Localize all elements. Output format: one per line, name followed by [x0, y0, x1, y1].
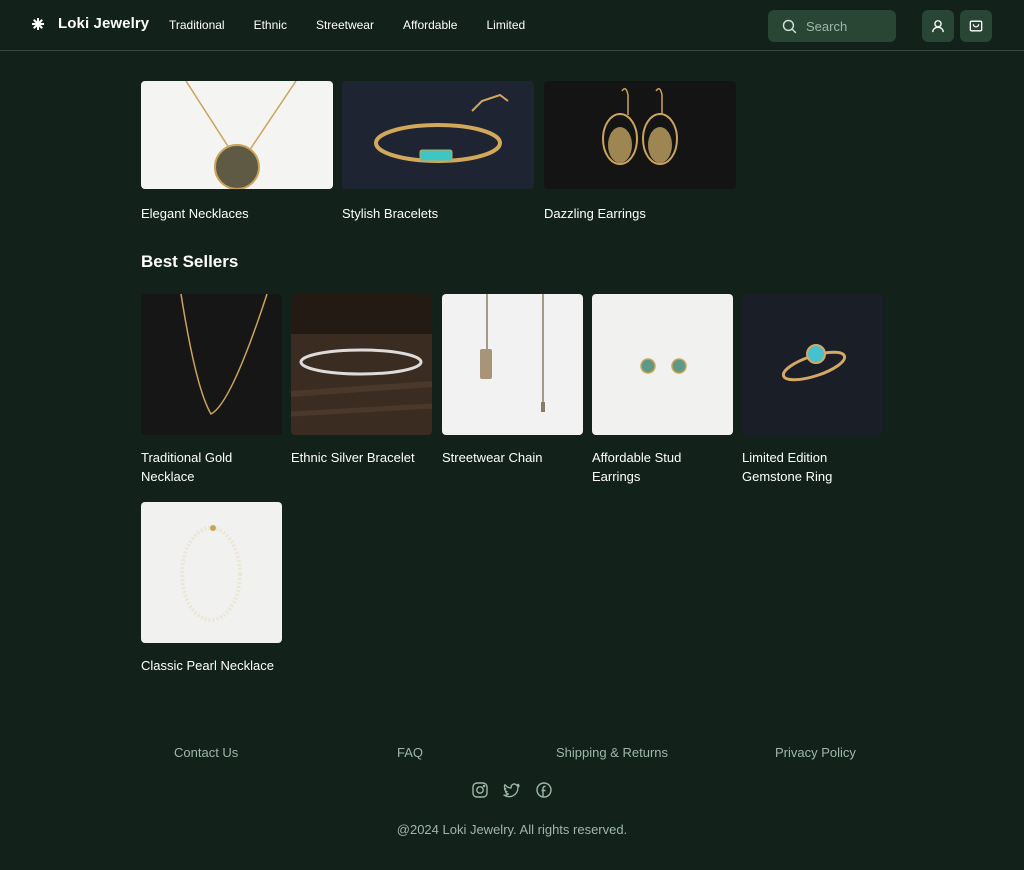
product-image[interactable]: [442, 294, 583, 435]
footer-link-privacy[interactable]: Privacy Policy: [775, 745, 856, 760]
product-label: Limited Edition Gemstone Ring: [742, 450, 833, 484]
top-header: Loki Jewelry Traditional Ethnic Streetwe…: [0, 0, 1024, 51]
product-label: Affordable Stud Earrings: [592, 450, 682, 484]
product-card[interactable]: Ethnic Silver Bracelet: [291, 294, 432, 467]
nav-affordable[interactable]: Affordable: [403, 18, 458, 32]
footer-link-contact[interactable]: Contact Us: [174, 745, 238, 760]
product-image[interactable]: [291, 294, 432, 435]
section-title: Best Sellers: [141, 252, 239, 271]
brand-name: Loki Jewelry: [58, 15, 150, 32]
product-label: Traditional Gold Necklace: [141, 450, 233, 484]
category-card-earrings[interactable]: Dazzling Earrings: [544, 81, 736, 221]
product-image[interactable]: [141, 294, 282, 435]
category-card-bracelets[interactable]: Stylish Bracelets: [342, 81, 534, 221]
product-label: Streetwear Chain: [442, 450, 543, 465]
product-image[interactable]: [592, 294, 733, 435]
product-image[interactable]: [742, 294, 883, 435]
social-links: [471, 781, 567, 799]
category-card-necklaces[interactable]: Elegant Necklaces: [141, 81, 333, 221]
facebook-icon[interactable]: [535, 781, 553, 799]
category-label: Stylish Bracelets: [342, 206, 439, 221]
product-card[interactable]: Affordable Stud Earrings: [592, 294, 733, 486]
main-nav: Traditional Ethnic Streetwear Affordable…: [169, 18, 554, 32]
search-icon: [782, 19, 797, 33]
nav-streetwear[interactable]: Streetwear: [316, 18, 374, 32]
user-icon: [932, 20, 944, 33]
cart-button[interactable]: [960, 10, 992, 42]
copyright-text: @2024 Loki Jewelry. All rights reserved.: [396, 822, 628, 837]
footer-link-shipping[interactable]: Shipping & Returns: [556, 745, 668, 760]
instagram-icon[interactable]: [471, 781, 489, 799]
necklace-image[interactable]: [141, 81, 333, 189]
product-card[interactable]: Limited Edition Gemstone Ring: [742, 294, 883, 486]
twitter-icon[interactable]: [503, 781, 521, 799]
brand-logo-icon: [32, 17, 44, 30]
category-label: Elegant Necklaces: [141, 206, 249, 221]
nav-limited[interactable]: Limited: [486, 18, 525, 32]
category-label: Dazzling Earrings: [544, 206, 646, 221]
product-image[interactable]: [141, 502, 282, 643]
cart-icon: [969, 20, 983, 32]
account-button[interactable]: [922, 10, 954, 42]
search-input[interactable]: [806, 18, 886, 34]
brand[interactable]: Loki Jewelry: [32, 15, 149, 32]
product-label: Ethnic Silver Bracelet: [291, 450, 415, 465]
nav-traditional[interactable]: Traditional: [169, 18, 225, 32]
product-card[interactable]: Classic Pearl Necklace: [141, 502, 282, 675]
bracelet-image[interactable]: [342, 81, 534, 189]
product-card[interactable]: Traditional Gold Necklace: [141, 294, 282, 486]
product-card[interactable]: Streetwear Chain: [442, 294, 583, 467]
footer-link-faq[interactable]: FAQ: [397, 745, 423, 760]
earrings-image[interactable]: [544, 81, 736, 189]
nav-ethnic[interactable]: Ethnic: [254, 18, 287, 32]
search-box[interactable]: [768, 10, 896, 42]
product-label: Classic Pearl Necklace: [141, 658, 274, 673]
